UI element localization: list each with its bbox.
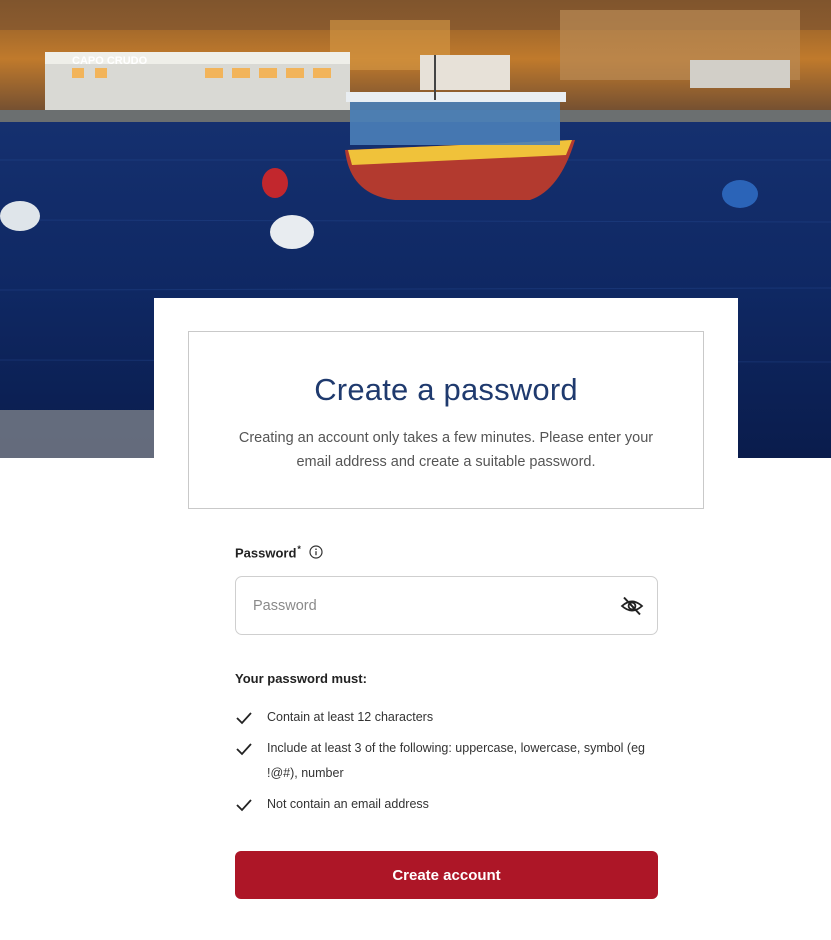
signup-card: Create a password Creating an account on… xyxy=(154,298,738,940)
check-icon xyxy=(235,792,255,817)
create-account-button[interactable]: Create account xyxy=(235,851,658,899)
requirements-list: Contain at least 12 characters Include a… xyxy=(235,705,658,823)
header-box: Create a password Creating an account on… xyxy=(188,331,704,509)
password-input-wrapper xyxy=(235,576,658,635)
password-input[interactable] xyxy=(236,577,619,634)
password-label-row: Password* xyxy=(235,544,323,560)
page: CAPO CRUDO Create a password Creating an… xyxy=(0,0,831,940)
password-label: Password* xyxy=(235,544,301,560)
requirement-text: Not contain an email address xyxy=(267,797,429,811)
requirement-item: Include at least 3 of the following: upp… xyxy=(235,736,658,786)
requirement-item: Not contain an email address xyxy=(235,792,658,817)
check-icon xyxy=(235,705,255,730)
requirements-heading: Your password must: xyxy=(235,671,367,686)
required-marker: * xyxy=(297,544,301,554)
eye-off-icon[interactable] xyxy=(619,593,645,619)
requirement-text: Include at least 3 of the following: upp… xyxy=(267,741,645,780)
requirement-text: Contain at least 12 characters xyxy=(267,710,434,724)
info-circle-icon[interactable] xyxy=(309,545,323,559)
requirement-item: Contain at least 12 characters xyxy=(235,705,658,730)
page-subtitle: Creating an account only takes a few min… xyxy=(238,430,654,470)
check-icon xyxy=(235,736,255,761)
page-title: Create a password xyxy=(314,372,578,407)
sign-text: CAPO CRUDO xyxy=(72,55,148,67)
password-label-text: Password xyxy=(235,545,297,561)
